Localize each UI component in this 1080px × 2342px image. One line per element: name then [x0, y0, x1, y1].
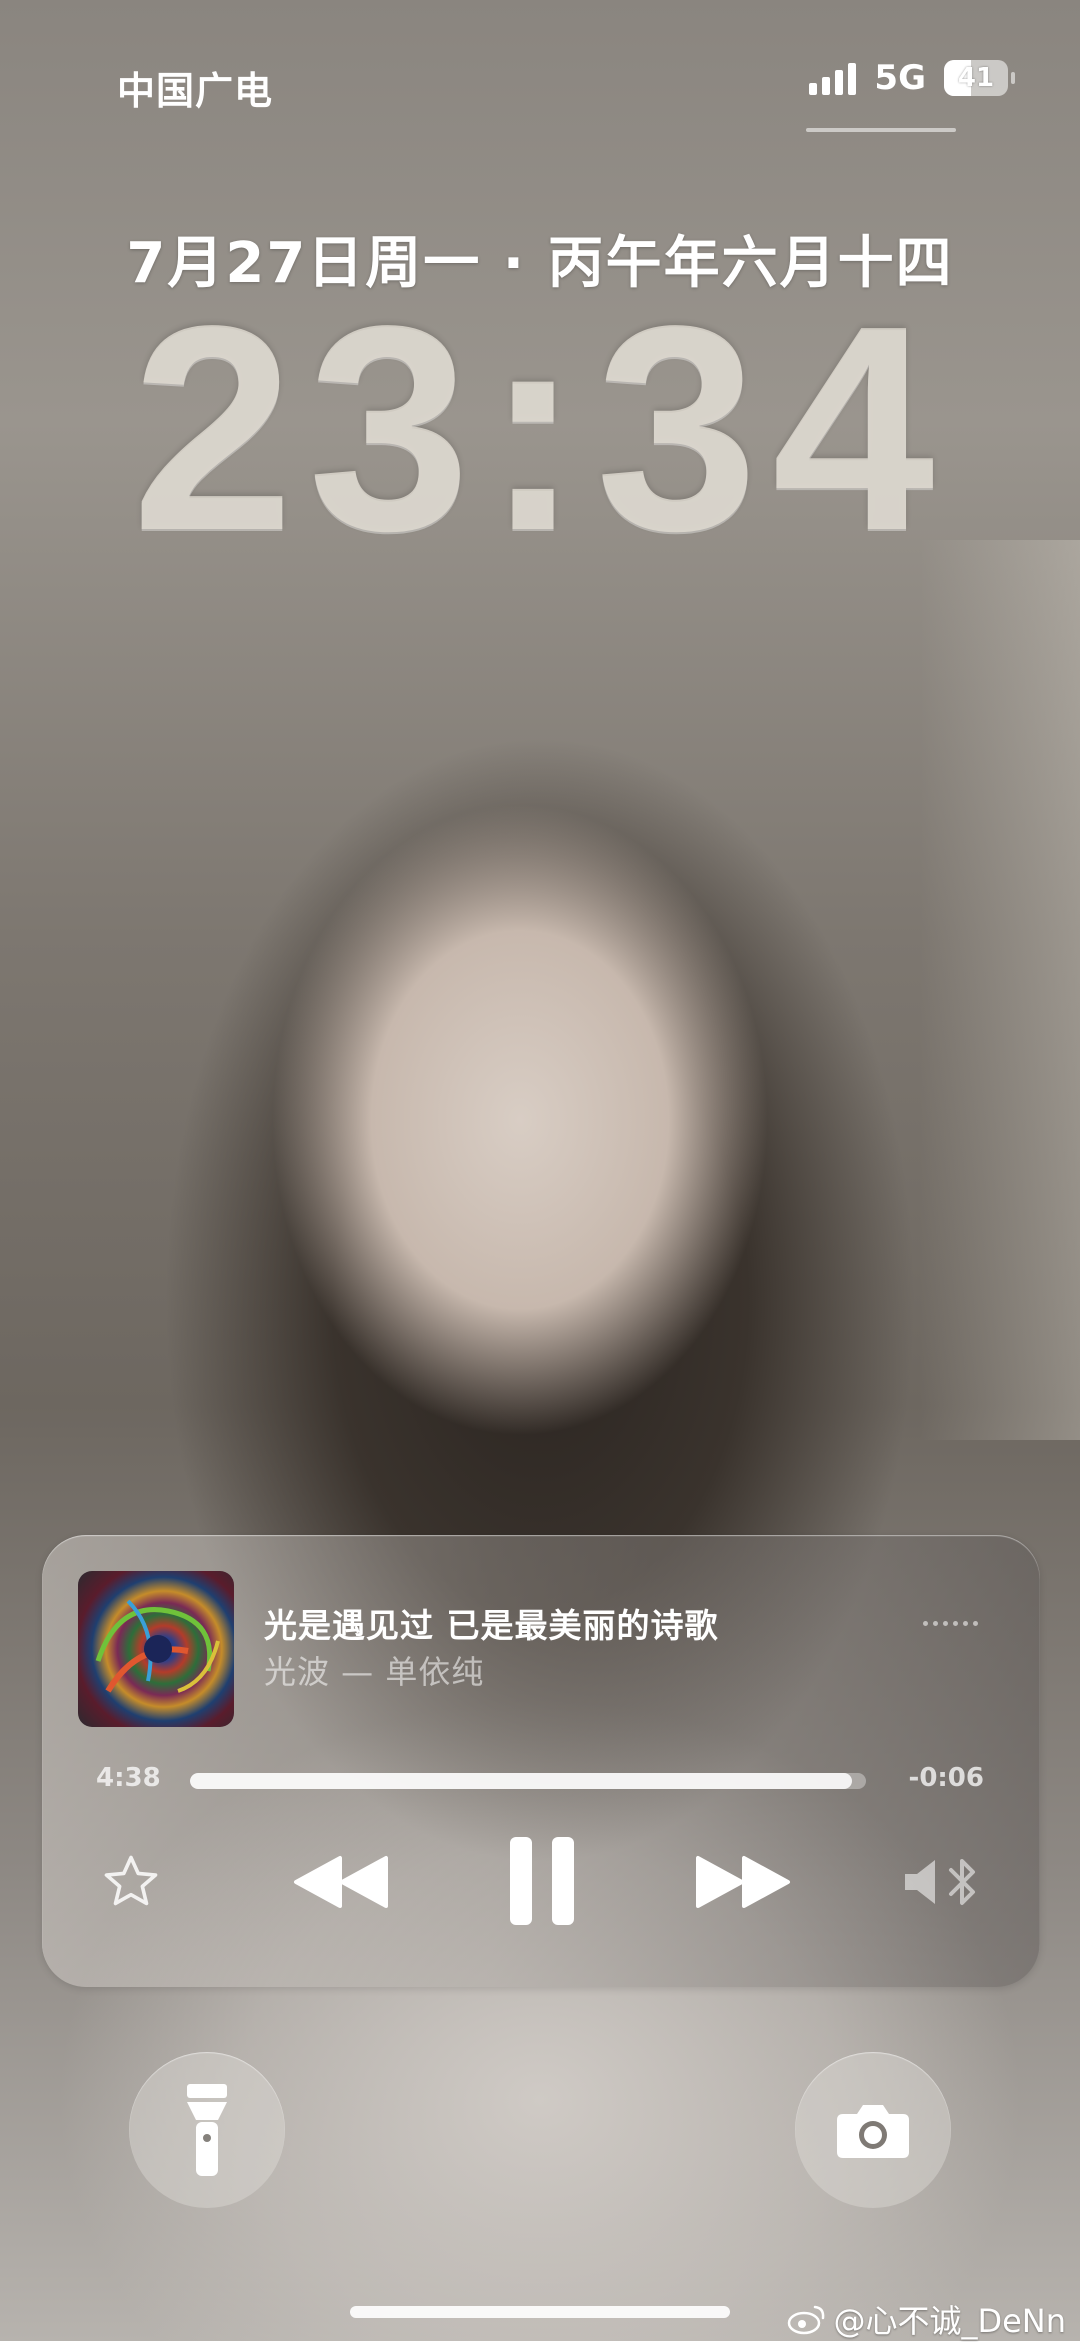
elapsed-time: 4:38: [96, 1763, 161, 1793]
wallpaper-highlight: [920, 540, 1080, 1440]
rewind-icon: [294, 1856, 388, 1908]
speaker-bluetooth-icon: [905, 1859, 975, 1905]
fast-forward-icon: [696, 1856, 790, 1908]
home-indicator[interactable]: [350, 2306, 730, 2318]
more-dots-icon[interactable]: [923, 1621, 978, 1626]
previous-track-button[interactable]: [287, 1847, 397, 1917]
now-playing-widget[interactable]: 光是遇见过 已是最美丽的诗歌 光波 — 单依纯 4:38 -0:06: [42, 1535, 1040, 1987]
watermark-text: @心不诚_DeNn: [833, 2302, 1066, 2340]
camera-icon: [837, 2105, 909, 2158]
network-type: 5G: [874, 58, 926, 98]
flashlight-button[interactable]: [129, 2052, 285, 2208]
pause-icon: [510, 1837, 574, 1925]
battery-percentage: 41: [957, 63, 995, 93]
playback-progress: [190, 1773, 853, 1789]
watermark: @心不诚_DeNn: [787, 2296, 1066, 2342]
song-title: 光是遇见过 已是最美丽的诗歌: [264, 1606, 719, 1645]
audio-output-button[interactable]: [900, 1851, 986, 1913]
song-artist: 光波 — 单依纯: [264, 1653, 485, 1691]
signal-strength-icon: [809, 61, 857, 95]
camera-button[interactable]: [795, 2052, 951, 2208]
remaining-time: -0:06: [908, 1763, 984, 1793]
weibo-icon: [788, 2305, 825, 2335]
favorite-button[interactable]: [100, 1851, 162, 1913]
next-track-button[interactable]: [687, 1847, 797, 1917]
carrier-name: 中国广电: [117, 69, 274, 113]
control-center-indicator[interactable]: [806, 128, 956, 132]
star-icon: [104, 1855, 158, 1906]
status-indicators: 5G 41: [809, 58, 1015, 98]
battery-icon: 41: [944, 60, 1015, 96]
play-pause-button[interactable]: [497, 1835, 587, 1927]
lock-clock: 23:34: [131, 265, 949, 591]
flashlight-icon: [187, 2084, 227, 2176]
album-artwork[interactable]: [78, 1571, 234, 1727]
playback-scrubber[interactable]: [190, 1773, 866, 1789]
